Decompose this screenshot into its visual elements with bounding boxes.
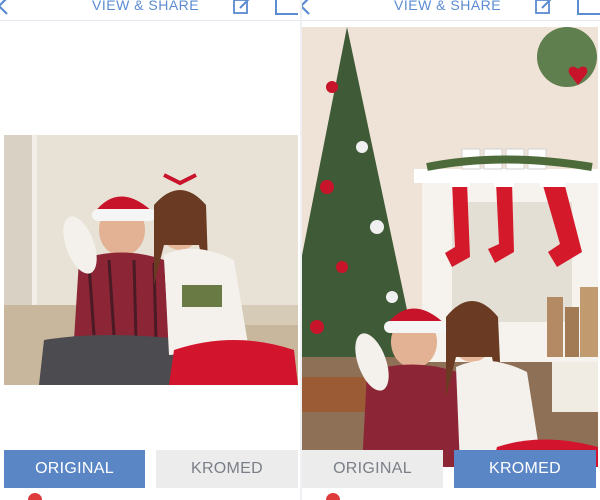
share-icon[interactable] bbox=[576, 0, 600, 16]
page-title: VIEW & SHARE bbox=[394, 0, 502, 13]
left-pane: VIEW & SHARE ORIGINAL KROMED bbox=[0, 0, 300, 500]
tab-kromed[interactable]: KROMED bbox=[156, 450, 298, 488]
tab-original[interactable]: ORIGINAL bbox=[302, 450, 443, 488]
edit-icon[interactable] bbox=[534, 0, 554, 16]
right-pane: VIEW & SHARE ORIGINAL KROMED bbox=[302, 0, 600, 500]
top-bar: VIEW & SHARE bbox=[302, 0, 600, 21]
top-bar: VIEW & SHARE bbox=[0, 0, 300, 21]
record-icon[interactable] bbox=[28, 493, 42, 500]
page-title: VIEW & SHARE bbox=[92, 0, 200, 13]
record-icon[interactable] bbox=[326, 493, 340, 500]
tab-original[interactable]: ORIGINAL bbox=[4, 450, 145, 488]
edit-icon[interactable] bbox=[232, 0, 252, 16]
kromed-photo[interactable] bbox=[302, 27, 598, 467]
original-photo[interactable] bbox=[4, 135, 298, 385]
share-icon[interactable] bbox=[274, 0, 300, 16]
chevron-left-icon[interactable] bbox=[302, 0, 312, 16]
chevron-left-icon[interactable] bbox=[0, 0, 10, 16]
tab-kromed[interactable]: KROMED bbox=[454, 450, 596, 488]
